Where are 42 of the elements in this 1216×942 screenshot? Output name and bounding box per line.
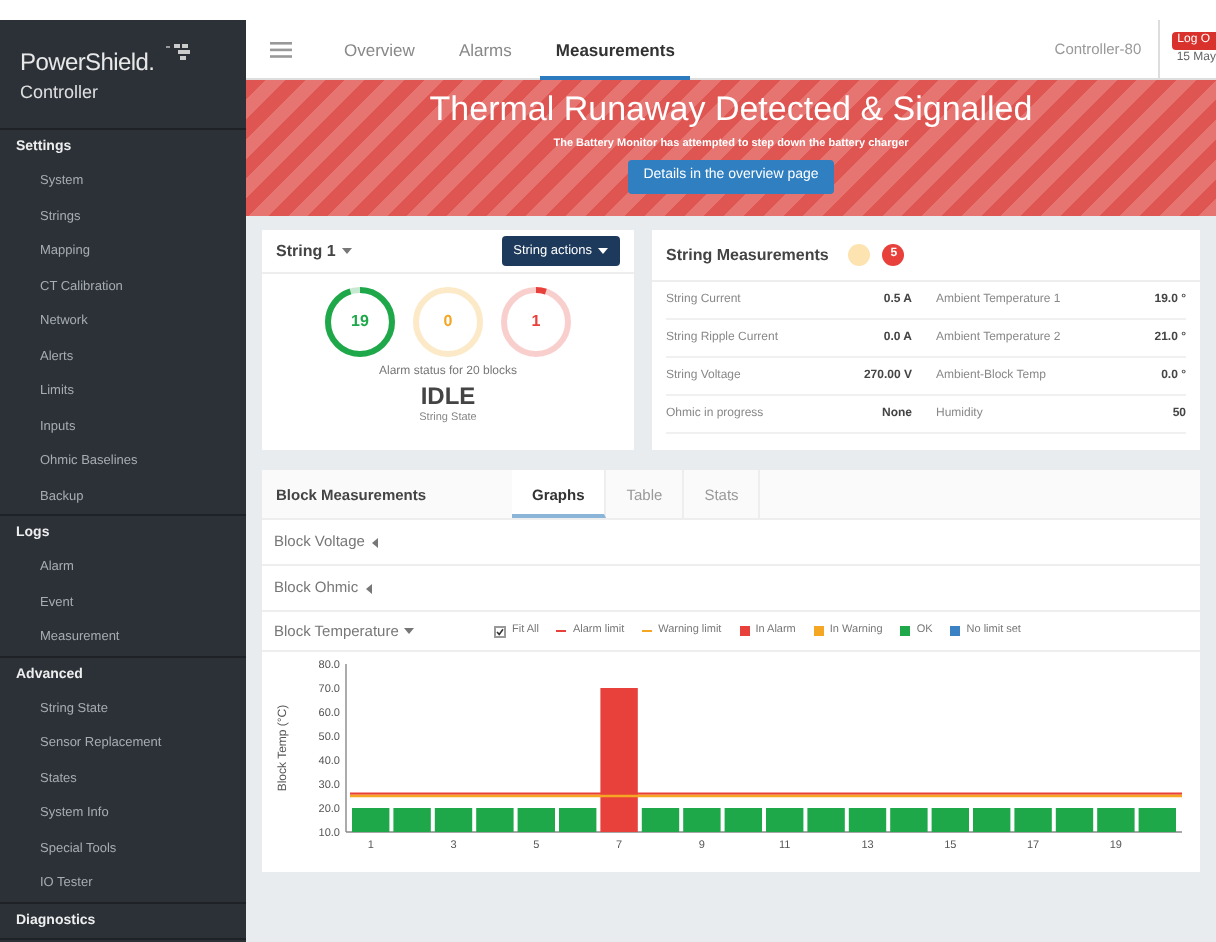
caret-icon bbox=[404, 626, 415, 636]
nav-tab[interactable]: Overview bbox=[328, 19, 431, 79]
checkbox[interactable] bbox=[494, 625, 506, 637]
bar bbox=[600, 688, 638, 832]
bar bbox=[848, 808, 887, 832]
bar bbox=[766, 808, 804, 832]
bar bbox=[393, 808, 431, 832]
bar bbox=[890, 808, 928, 832]
bar bbox=[476, 808, 514, 832]
bar bbox=[973, 808, 1011, 832]
card-title: String Measurements bbox=[666, 243, 829, 267]
caret-icon bbox=[341, 246, 352, 256]
menu-icon[interactable] bbox=[270, 41, 292, 57]
caret-icon bbox=[364, 583, 375, 593]
bar bbox=[683, 808, 721, 832]
alarm-gauge: 19 bbox=[322, 284, 398, 360]
legend-swatch bbox=[813, 626, 824, 636]
legend-swatch bbox=[950, 626, 961, 636]
legend-swatch bbox=[900, 626, 911, 636]
caret-icon bbox=[370, 537, 381, 547]
bar bbox=[517, 808, 555, 832]
nav-tab[interactable]: Alarms bbox=[442, 19, 528, 79]
alarm-gauge: 0 bbox=[410, 284, 486, 360]
alarm-gauge: 1 bbox=[498, 284, 574, 360]
bar bbox=[1055, 808, 1094, 832]
bar bbox=[434, 808, 473, 832]
bar bbox=[641, 808, 680, 832]
bar bbox=[1014, 808, 1052, 832]
legend-swatch bbox=[739, 626, 750, 636]
alert-title: Thermal Runaway Detected & Signalled bbox=[429, 88, 1033, 132]
bar bbox=[1097, 808, 1135, 832]
bar bbox=[559, 808, 597, 832]
string-state: IDLE bbox=[418, 382, 478, 410]
bar bbox=[931, 808, 969, 832]
bar bbox=[352, 808, 390, 832]
brand-subtitle: Controller bbox=[20, 80, 101, 106]
bar bbox=[1138, 808, 1176, 832]
bar bbox=[807, 808, 845, 832]
bar bbox=[724, 808, 762, 832]
brand-name: PowerShield. bbox=[20, 46, 155, 80]
string-selector[interactable]: String 1 bbox=[276, 239, 336, 263]
caret-icon bbox=[598, 246, 608, 256]
